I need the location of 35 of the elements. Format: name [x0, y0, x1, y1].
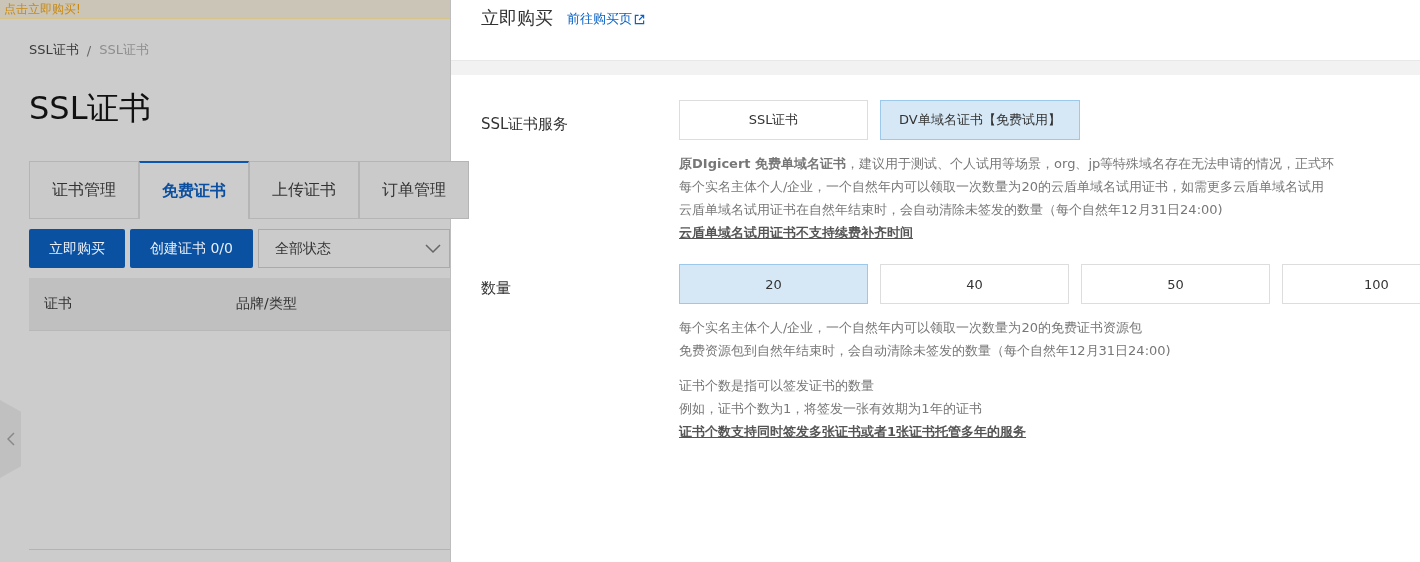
toolbar-button[interactable]: 创建证书 0/0: [130, 229, 253, 268]
tab[interactable]: 上传证书: [249, 161, 359, 219]
chevron-down-icon: [425, 243, 441, 254]
help-text: 例如，证书个数为1，将签发一张有效期为1年的证书: [679, 400, 983, 418]
option-button[interactable]: SSL证书: [679, 100, 868, 140]
help-text: 原DIgicert 免费单域名证书，建议用于测试、个人试用等场景，org、jp等特殊域名存在无法申请的情况，正式环: [679, 155, 1335, 173]
option-button[interactable]: 40: [880, 264, 1069, 304]
page-title: SSL证书: [29, 88, 153, 129]
help-text: 证书个数是指可以签发证书的数量: [679, 377, 875, 395]
toolbar-button[interactable]: 立即购买: [29, 229, 125, 268]
tab[interactable]: 证书管理: [29, 161, 139, 219]
option-button[interactable]: 50: [1081, 264, 1270, 304]
help-text: 每个实名主体个人/企业，一个自然年内可以领取一次数量为20的免费证书资源包: [679, 319, 1143, 337]
help-text: 云盾单域名试用证书在自然年结束时，会自动清除未签发的数量（每个自然年12月31日24:00): [679, 201, 1224, 219]
tab[interactable]: 免费证书: [139, 161, 249, 219]
help-text: 云盾单域名试用证书不支持续费补齐时间: [679, 224, 914, 242]
breadcrumb-item[interactable]: SSL证书: [29, 41, 79, 59]
option-button[interactable]: DV单域名证书【免费试用】: [880, 100, 1080, 140]
column-header: 品牌/类型: [235, 295, 298, 313]
help-text: 每个实名主体个人/企业，一个自然年内可以领取一次数量为20的云盾单域名试用证书，如需更多云盾单域名试用: [679, 178, 1325, 196]
tab[interactable]: 订单管理: [359, 161, 469, 219]
breadcrumb-separator: /: [86, 42, 92, 58]
help-text: 免费资源包到自然年结束时，会自动清除未签发的数量（每个自然年12月31日24:00): [679, 342, 1172, 360]
drawer-title: 立即购买: [481, 6, 553, 30]
status-select[interactable]: 全部状态: [258, 229, 450, 268]
purchase-page-link[interactable]: 前往购买页: [567, 10, 645, 28]
help-text: 证书个数支持同时签发多张证书或者1张证书托管多年的服务: [679, 423, 1028, 441]
option-button[interactable]: 100: [1282, 264, 1420, 304]
notice-text: 点击立即购买!: [4, 0, 81, 18]
option-button[interactable]: 20: [679, 264, 868, 304]
field-label: 数量: [481, 279, 512, 299]
field-label: SSL证书服务: [481, 115, 570, 135]
column-header: 证书: [43, 295, 73, 313]
external-link-icon: [634, 13, 645, 25]
chevron-left-icon: [6, 432, 15, 446]
